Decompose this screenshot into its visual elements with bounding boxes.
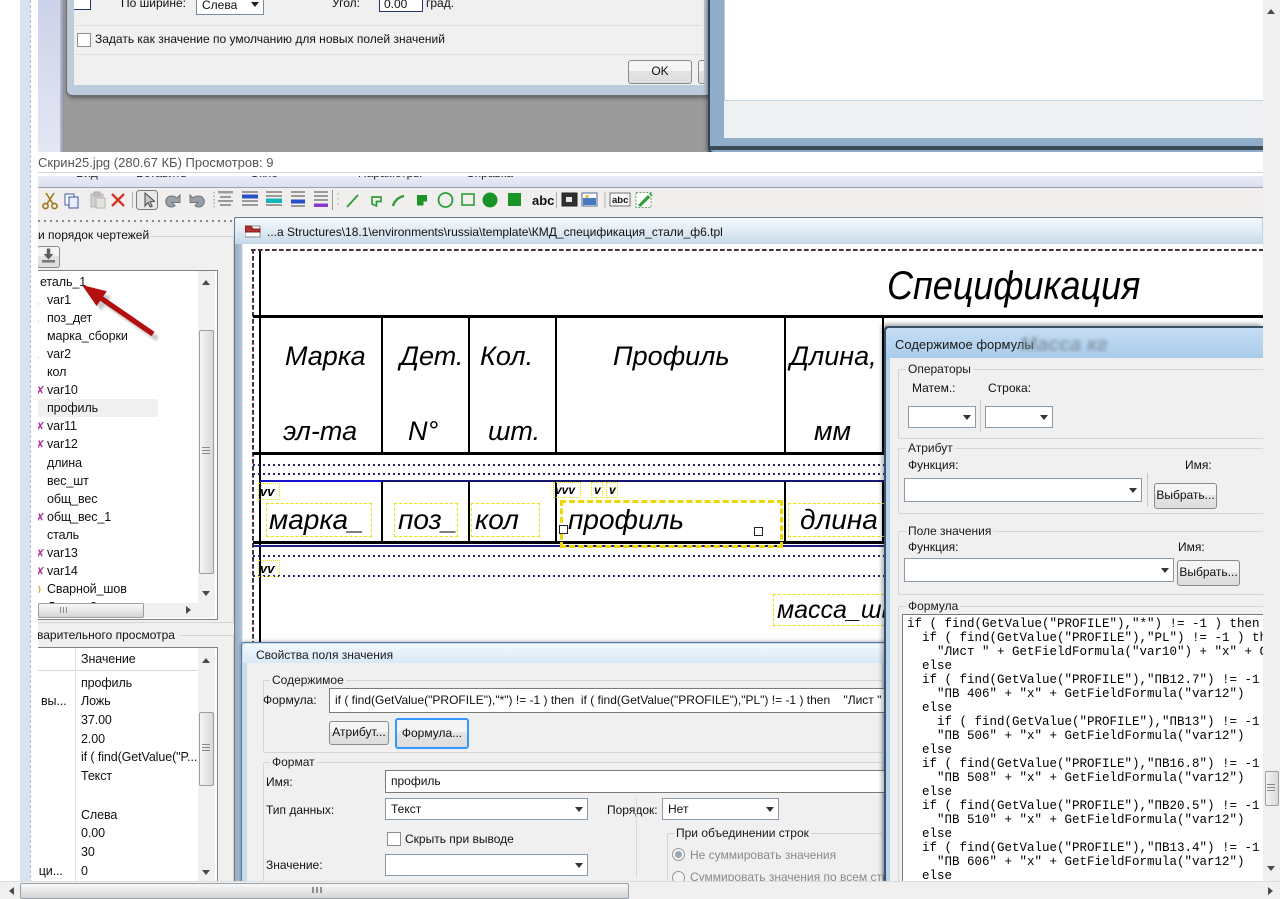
svg-text:abc: abc (532, 193, 554, 208)
svg-text:abc: abc (612, 195, 628, 206)
